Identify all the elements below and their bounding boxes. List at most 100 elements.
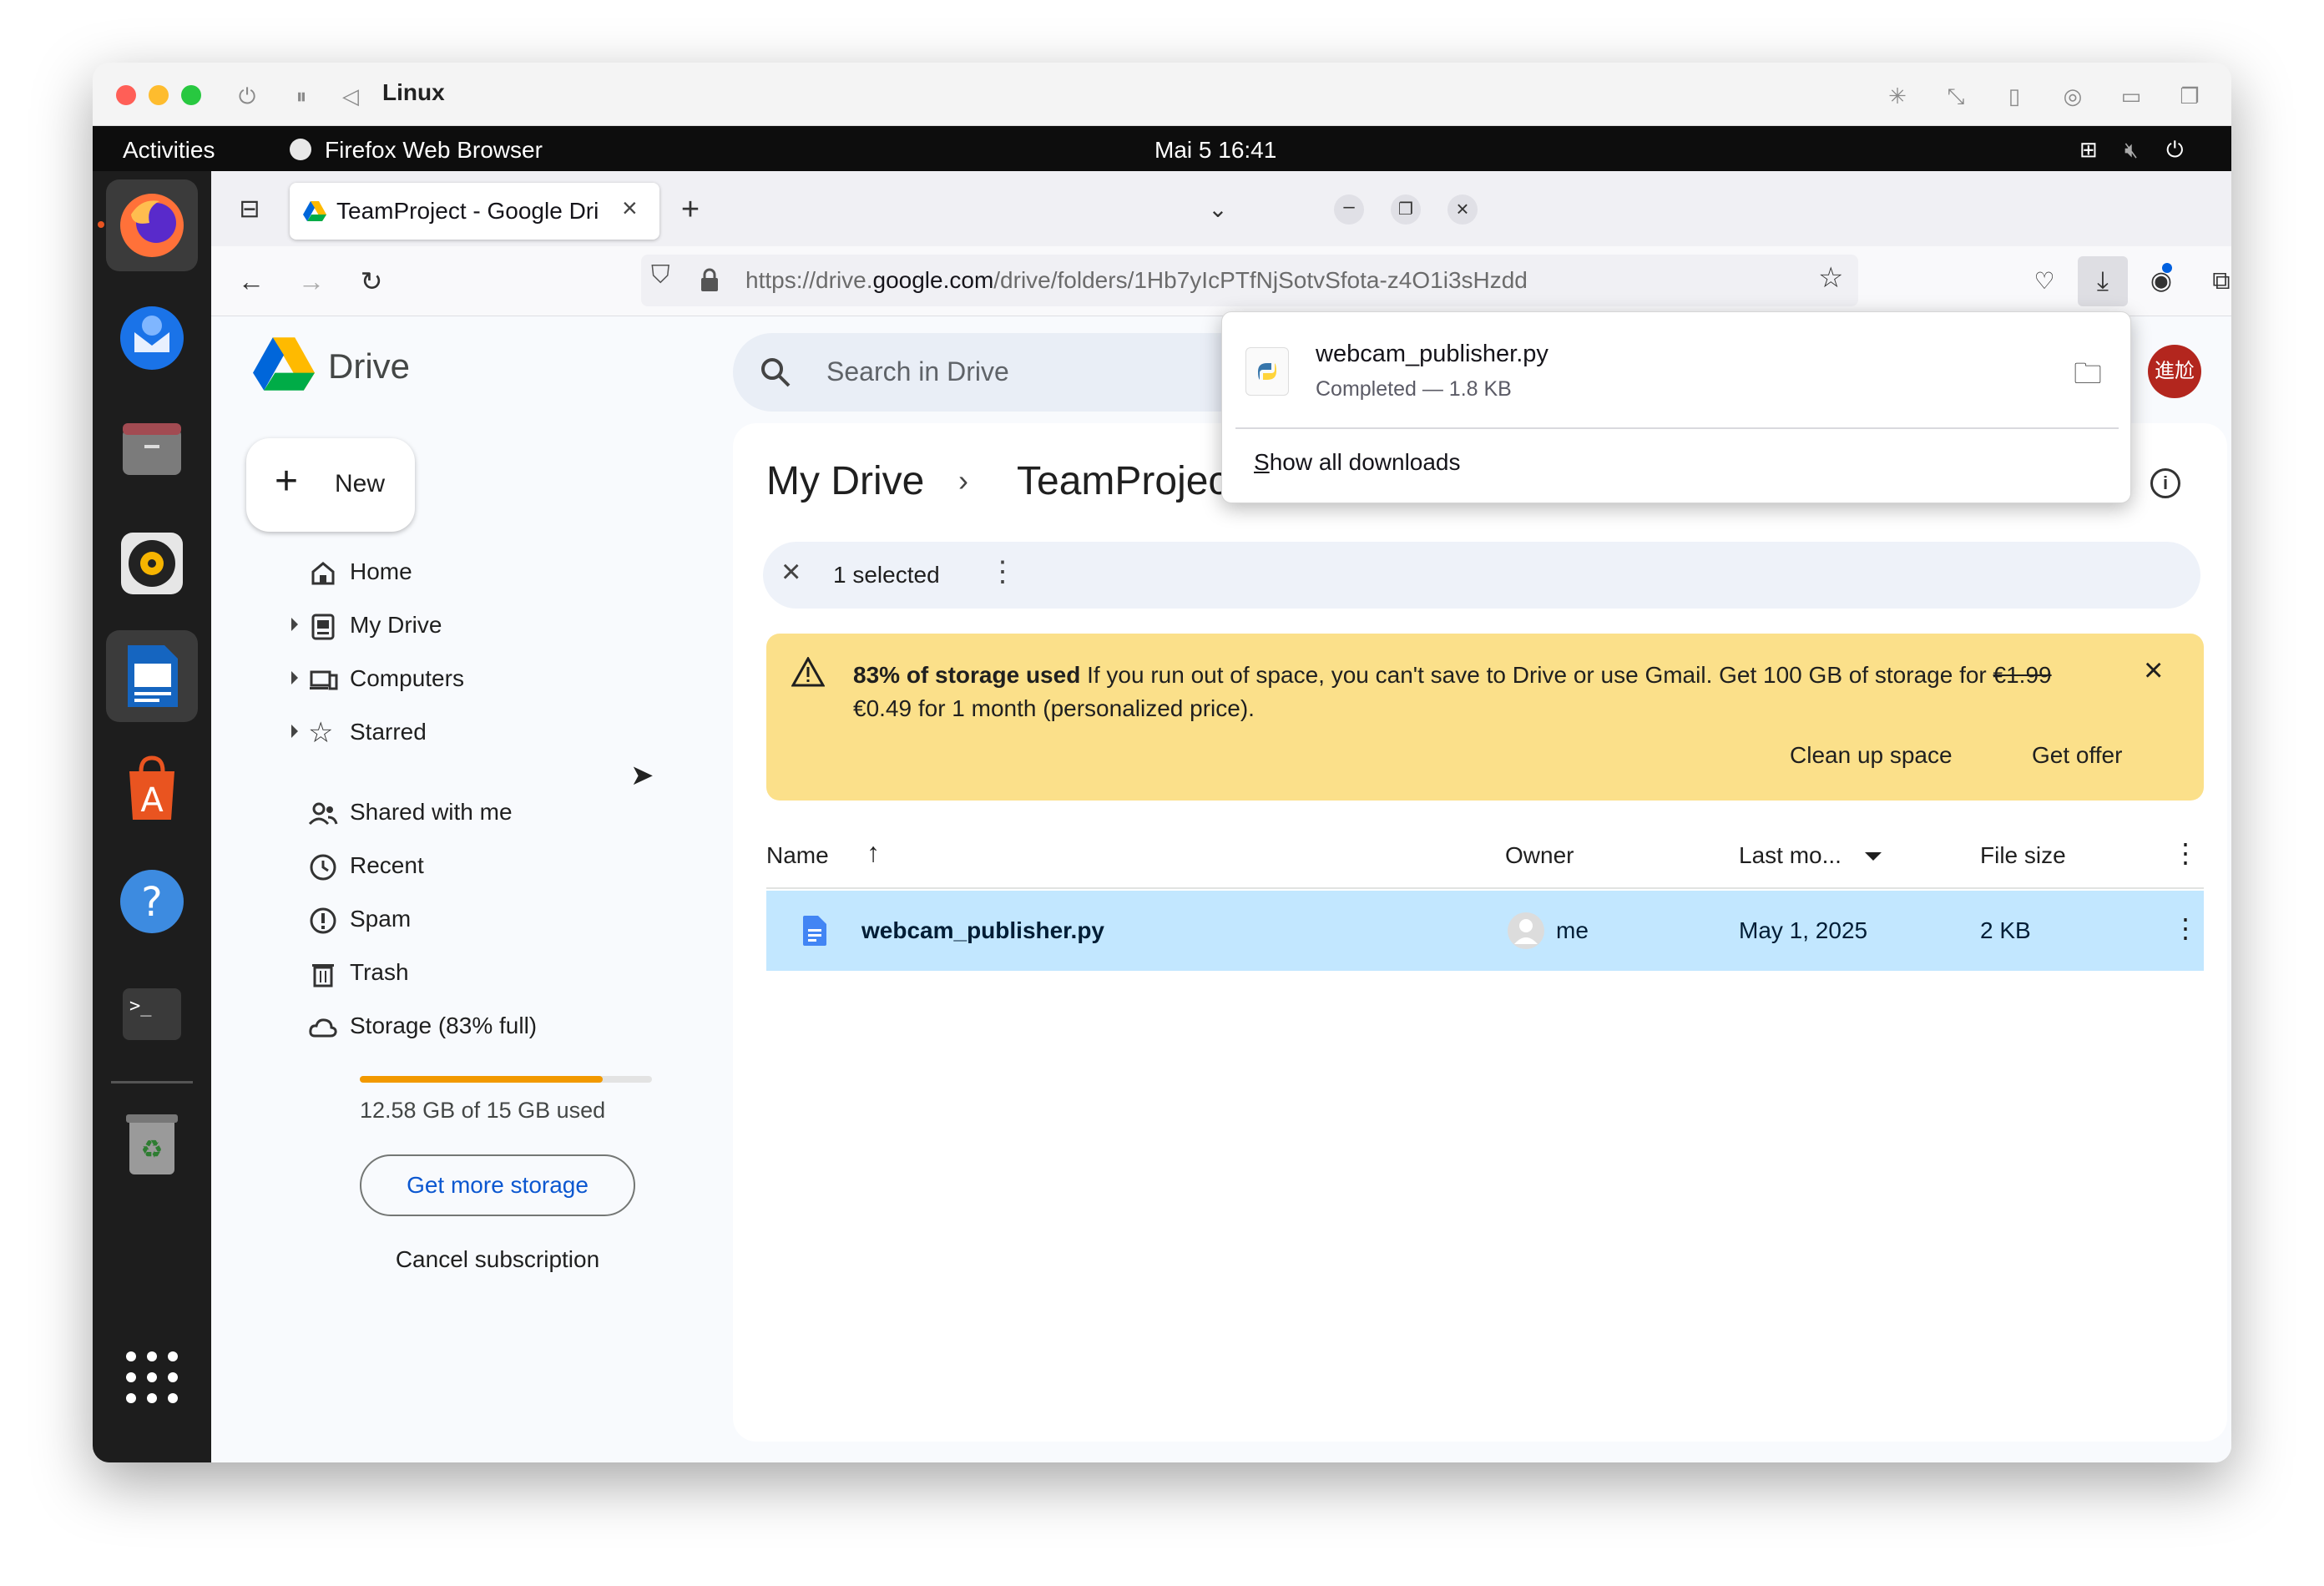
back-icon[interactable]: ◁: [334, 79, 367, 113]
column-file-size[interactable]: File size: [1980, 842, 2066, 869]
banner-bold: 83% of storage used: [853, 662, 1081, 688]
clear-selection-icon[interactable]: ×: [781, 553, 801, 591]
shared-folder-icon[interactable]: ▭: [2114, 79, 2148, 113]
expand-caret-icon[interactable]: [291, 618, 298, 631]
network-icon[interactable]: ⊞: [2079, 137, 2098, 163]
url-text[interactable]: https://drive.google.com/drive/folders/1…: [745, 267, 1528, 294]
tab-close-icon[interactable]: ×: [622, 193, 638, 224]
usb-icon[interactable]: ▯: [1998, 79, 2031, 113]
account-badge: [2162, 263, 2172, 273]
column-owner[interactable]: Owner: [1505, 842, 1574, 869]
sidebar-item-home[interactable]: Home: [261, 548, 629, 595]
tab-title: TeamProject - Google Dri: [336, 198, 599, 224]
tab-overview-icon[interactable]: ⊟: [228, 188, 271, 231]
sort-ascending-icon[interactable]: ↑: [866, 837, 880, 868]
column-last-modified[interactable]: Last mo...: [1739, 842, 1842, 869]
pocket-icon[interactable]: ♡: [2023, 260, 2066, 303]
file-name[interactable]: webcam_publisher.py: [861, 917, 1104, 944]
drive-logo-icon[interactable]: [253, 336, 315, 391]
column-name[interactable]: Name: [766, 842, 829, 869]
camera-icon[interactable]: ◎: [2056, 79, 2089, 113]
avatar[interactable]: 進尬: [2148, 345, 2201, 398]
info-icon[interactable]: i: [2150, 468, 2180, 498]
brightness-icon[interactable]: ✳: [1881, 79, 1914, 113]
tracking-shield-icon[interactable]: ⛉: [651, 261, 670, 290]
search-placeholder[interactable]: Search in Drive: [826, 356, 1009, 387]
firefox-dock-icon[interactable]: [106, 179, 198, 271]
clock[interactable]: Mai 5 16:41: [1154, 137, 1276, 164]
column-options-icon[interactable]: ⋮: [2172, 837, 2199, 869]
volume-muted-icon[interactable]: 🔇︎: [2124, 137, 2138, 164]
lock-icon[interactable]: [700, 268, 720, 293]
search-icon[interactable]: [760, 356, 791, 388]
bookmark-star-icon[interactable]: ☆: [1818, 261, 1843, 295]
activities-button[interactable]: Activities: [123, 137, 215, 164]
cancel-subscription-link[interactable]: Cancel subscription: [360, 1246, 635, 1273]
new-tab-icon[interactable]: +: [669, 188, 712, 231]
list-tabs-icon[interactable]: ⌄: [1196, 188, 1240, 231]
writer-dock-icon[interactable]: [106, 630, 198, 722]
show-apps-icon[interactable]: [106, 1331, 198, 1423]
vm-window: ⏻ ⏸ ◁ Linux ✳ ⤡ ▯ ◎ ▭ ❐ Activities Firef…: [93, 63, 2231, 1462]
downloads-button[interactable]: ⤓: [2078, 256, 2128, 306]
sidebar-item-computers[interactable]: Computers: [261, 655, 629, 702]
url-domain: google.com: [872, 267, 994, 293]
get-more-storage-button[interactable]: Get more storage: [360, 1154, 635, 1216]
dropdown-caret-icon[interactable]: [1865, 852, 1882, 861]
download-status: Completed — 1.8 KB: [1316, 377, 1512, 401]
banner-close-icon[interactable]: ×: [2144, 652, 2163, 689]
more-actions-icon[interactable]: ⋮: [988, 555, 1017, 588]
get-offer-button[interactable]: Get offer: [2032, 742, 2122, 769]
reload-icon[interactable]: ↻: [350, 260, 393, 303]
back-arrow-icon[interactable]: ←: [230, 260, 273, 303]
zoom-window-button[interactable]: [181, 85, 201, 105]
sidebar-item-label: Home: [350, 558, 412, 584]
owner-avatar-icon: [1508, 912, 1544, 949]
window-restore-icon[interactable]: ❐: [1391, 194, 1421, 225]
sidebar-item-trash[interactable]: Trash: [261, 949, 629, 996]
url-bar[interactable]: ⛉ https://drive.google.com/drive/folders…: [641, 255, 1858, 306]
account-icon[interactable]: ◉: [2140, 260, 2183, 303]
breadcrumb-my-drive[interactable]: My Drive: [766, 458, 924, 504]
drive-favicon-icon: [303, 201, 326, 221]
row-options-icon[interactable]: ⋮: [2172, 912, 2199, 944]
sidebar-item-starred[interactable]: ☆ Starred: [261, 709, 629, 755]
forward-arrow-icon[interactable]: →: [290, 260, 333, 303]
resize-icon[interactable]: ⤡: [1939, 79, 1973, 113]
terminal-dock-icon[interactable]: >_: [106, 968, 198, 1060]
close-window-button[interactable]: [116, 85, 136, 105]
clean-up-space-button[interactable]: Clean up space: [1790, 742, 1953, 769]
sidebar-item-my-drive[interactable]: My Drive: [261, 602, 629, 649]
open-folder-icon[interactable]: 🗀︎: [2074, 354, 2102, 402]
pause-icon[interactable]: ⏸: [285, 79, 318, 113]
plus-icon: +: [275, 459, 299, 503]
window-close-icon[interactable]: ×: [1447, 194, 1478, 225]
thunderbird-dock-icon[interactable]: [106, 292, 198, 384]
minimize-window-button[interactable]: [149, 85, 169, 105]
files-dock-icon[interactable]: [106, 405, 198, 497]
help-dock-icon[interactable]: ?: [106, 856, 198, 947]
breadcrumb-current-folder[interactable]: TeamProjec: [1017, 458, 1228, 504]
show-all-downloads-button[interactable]: Show all downloads: [1254, 449, 1461, 476]
windows-icon[interactable]: ❐: [2173, 79, 2206, 113]
expand-caret-icon[interactable]: [291, 671, 298, 684]
vm-title: Linux: [382, 79, 445, 105]
sidebar-item-shared[interactable]: Shared with me: [261, 789, 629, 836]
sidebar-item-recent[interactable]: Recent: [261, 842, 629, 889]
table-row[interactable]: webcam_publisher.py me May 1, 2025 2 KB …: [766, 891, 2204, 971]
tab-teamproject[interactable]: TeamProject - Google Dri ×: [290, 183, 659, 240]
app-menu[interactable]: Firefox Web Browser: [325, 137, 543, 164]
sidebar-item-storage[interactable]: Storage (83% full): [261, 1003, 629, 1049]
sidebar-item-spam[interactable]: Spam: [261, 896, 629, 942]
power-icon[interactable]: ⏻: [230, 79, 264, 113]
app-center-dock-icon[interactable]: A: [106, 743, 198, 835]
new-button[interactable]: + New: [246, 438, 415, 532]
power-menu-icon[interactable]: ⏻: [2166, 137, 2184, 164]
rhythmbox-dock-icon[interactable]: [106, 518, 198, 609]
window-minimize-icon[interactable]: –: [1334, 194, 1364, 225]
trash-dock-icon[interactable]: ♻: [106, 1098, 198, 1190]
dock-separator: [111, 1081, 193, 1083]
download-file-name[interactable]: webcam_publisher.py: [1316, 341, 1548, 368]
expand-caret-icon[interactable]: [291, 725, 298, 738]
extensions-icon[interactable]: ⧉: [2200, 260, 2231, 303]
